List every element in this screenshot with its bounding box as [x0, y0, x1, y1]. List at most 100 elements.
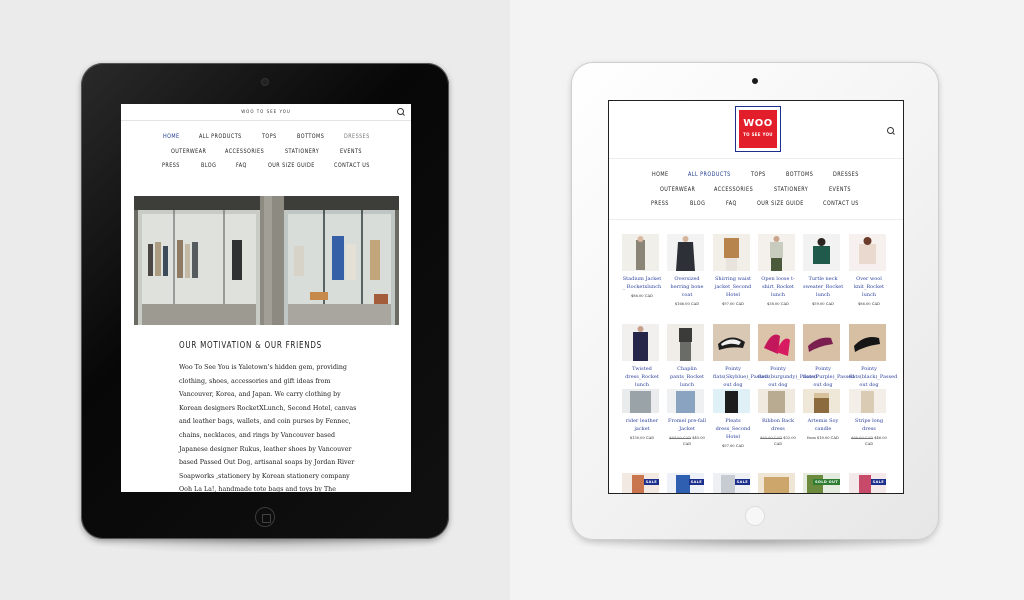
home-button[interactable] — [255, 507, 275, 527]
product-card[interactable]: SALE — [713, 473, 753, 493]
product-card[interactable]: Ribbon Back dress $65.00 CAD $32.00 CAD — [758, 389, 798, 447]
product-card[interactable]: Pleats dress_Second Hotel $97.00 CAD — [713, 389, 753, 449]
product-name[interactable]: Shirring waist jacket_Second Hotel — [713, 275, 753, 299]
nav-stationery[interactable]: STATIONERY — [285, 147, 319, 155]
product-card[interactable]: SALE — [849, 473, 889, 493]
product-card[interactable] — [758, 473, 798, 493]
product-name[interactable]: Over wool knit_Rocket lunch — [849, 275, 889, 299]
search-icon[interactable] — [887, 127, 895, 135]
product-name[interactable]: Oversized herring bone coat — [667, 275, 707, 299]
product-name[interactable]: Ribbon Back dress — [758, 417, 798, 433]
product-card[interactable]: Pointy flats(Purple)_Passed out dog — [803, 324, 854, 389]
product-card[interactable]: Pointy flats(black)_Passed out dog — [849, 324, 897, 389]
product-card[interactable]: Chaplin pants_Rocket lunch — [667, 324, 707, 389]
product-card[interactable]: Artemis Soy candle from $18.00 CAD — [803, 389, 843, 441]
product-image[interactable] — [803, 389, 840, 413]
nav-faq[interactable]: FAQ — [726, 199, 737, 207]
product-name[interactable]: Stadium Jacket _ Rocketxlunch — [622, 275, 662, 291]
product-image[interactable] — [622, 389, 659, 413]
product-name[interactable]: Open loose t-shirt_Rocket lunch — [758, 275, 798, 299]
nav-tops[interactable]: TOPS — [262, 132, 277, 140]
nav-our-size-guide[interactable]: OUR SIZE GUIDE — [757, 199, 804, 207]
product-image[interactable]: SALE — [713, 473, 750, 493]
nav-bottoms[interactable]: BOTTOMS — [297, 132, 324, 140]
product-card[interactable]: Pointy flats(Skyblue)_Passed out dog — [713, 324, 768, 389]
product-card[interactable]: SALE — [622, 473, 662, 493]
nav-accessories[interactable]: ACCESSORIES — [714, 185, 753, 193]
product-image[interactable]: SALE — [667, 473, 704, 493]
nav-events[interactable]: EVENTS — [340, 147, 362, 155]
product-name[interactable]: Pointy flats(burgundy)_Passed out dog — [758, 365, 817, 389]
product-name[interactable]: Pointy flats(Purple)_Passed out dog — [803, 365, 854, 389]
product-name[interactable]: Stripe long dress — [849, 417, 889, 433]
product-name[interactable]: Turtle neck sweater_Rocket lunch — [803, 275, 843, 299]
product-image[interactable] — [622, 234, 659, 271]
nav-home[interactable]: HOME — [652, 170, 669, 178]
product-card[interactable]: Fromel pre-fall Jacket $84.00 CAD $45.00… — [667, 389, 707, 447]
product-image[interactable] — [667, 389, 704, 413]
product-image[interactable] — [758, 234, 795, 271]
nav-dresses[interactable]: DRESSES — [833, 170, 859, 178]
search-icon[interactable] — [397, 108, 405, 116]
brand-name[interactable]: WOO TO SEE YOU — [121, 109, 411, 114]
nav-press[interactable]: PRESS — [651, 199, 669, 207]
product-card[interactable]: SALE — [667, 473, 707, 493]
product-image[interactable] — [758, 389, 795, 413]
nav-blog[interactable]: BLOG — [201, 161, 216, 169]
product-image[interactable] — [849, 234, 886, 271]
product-image[interactable] — [713, 389, 750, 413]
product-name[interactable]: Artemis Soy candle — [803, 417, 843, 433]
product-card[interactable]: rider leather jacket $150.00 CAD — [622, 389, 662, 441]
product-image[interactable]: SALE — [849, 473, 886, 493]
product-image[interactable]: SOLD OUT — [803, 473, 840, 493]
nav-contact-us[interactable]: CONTACT US — [823, 199, 859, 207]
product-image[interactable] — [803, 324, 840, 361]
nav-all-products[interactable]: ALL PRODUCTS — [199, 132, 242, 140]
product-image[interactable] — [803, 234, 840, 271]
product-image[interactable] — [849, 324, 886, 361]
product-name[interactable]: Pleats dress_Second Hotel — [713, 417, 753, 441]
product-image[interactable] — [713, 234, 750, 271]
product-card[interactable]: Shirring waist jacket_Second Hotel $97.0… — [713, 234, 753, 307]
product-card[interactable]: Over wool knit_Rocket lunch $86.00 CAD — [849, 234, 889, 307]
nav-press[interactable]: PRESS — [162, 161, 180, 169]
product-name[interactable]: Pointy flats(Skyblue)_Passed out dog — [713, 365, 768, 389]
product-name[interactable]: Twisted dress_Rocket lunch — [622, 365, 662, 389]
nav-dresses[interactable]: DRESSES — [344, 132, 370, 140]
product-image[interactable] — [758, 473, 795, 493]
nav-stationery[interactable]: STATIONERY — [774, 185, 808, 193]
nav-outerwear[interactable]: OUTERWEAR — [660, 185, 695, 193]
product-image[interactable] — [667, 234, 704, 271]
nav-accessories[interactable]: ACCESSORIES — [225, 147, 264, 155]
product-card[interactable]: Oversized herring bone coat $166.00 CAD — [667, 234, 707, 307]
nav-outerwear[interactable]: OUTERWEAR — [171, 147, 206, 155]
product-image[interactable] — [667, 324, 704, 361]
product-image[interactable] — [849, 389, 886, 413]
product-image[interactable] — [713, 324, 750, 361]
home-button[interactable] — [745, 506, 765, 526]
nav-faq[interactable]: FAQ — [236, 161, 247, 169]
product-card[interactable]: Stadium Jacket _ Rocketxlunch $86.00 CAD — [622, 234, 662, 299]
product-card[interactable]: Turtle neck sweater_Rocket lunch $59.00 … — [803, 234, 843, 307]
store-logo[interactable]: WOO TO SEE YOU — [735, 106, 781, 152]
product-card[interactable]: Open loose t-shirt_Rocket lunch $38.00 C… — [758, 234, 798, 307]
product-card[interactable]: Twisted dress_Rocket lunch — [622, 324, 662, 389]
product-card[interactable]: Stripe long dress $66.00 CAD $46.00 CAD — [849, 389, 889, 447]
product-image[interactable]: SALE — [622, 473, 659, 493]
nav-contact-us[interactable]: CONTACT US — [334, 161, 370, 169]
product-image[interactable] — [758, 324, 795, 361]
nav-all-products[interactable]: ALL PRODUCTS — [688, 170, 731, 178]
product-card[interactable]: Pointy flats(burgundy)_Passed out dog — [758, 324, 817, 389]
nav-tops[interactable]: TOPS — [751, 170, 766, 178]
product-name[interactable]: Chaplin pants_Rocket lunch — [667, 365, 707, 389]
nav-home[interactable]: HOME — [163, 132, 180, 140]
nav-bottoms[interactable]: BOTTOMS — [786, 170, 813, 178]
product-name[interactable]: rider leather jacket — [622, 417, 662, 433]
product-name[interactable]: Pointy flats(black)_Passed out dog — [849, 365, 897, 389]
nav-our-size-guide[interactable]: OUR SIZE GUIDE — [268, 161, 315, 169]
product-name[interactable]: Fromel pre-fall Jacket — [667, 417, 707, 433]
nav-blog[interactable]: BLOG — [690, 199, 705, 207]
product-card[interactable]: SOLD OUT — [803, 473, 843, 493]
nav-events[interactable]: EVENTS — [829, 185, 851, 193]
product-image[interactable] — [622, 324, 659, 361]
